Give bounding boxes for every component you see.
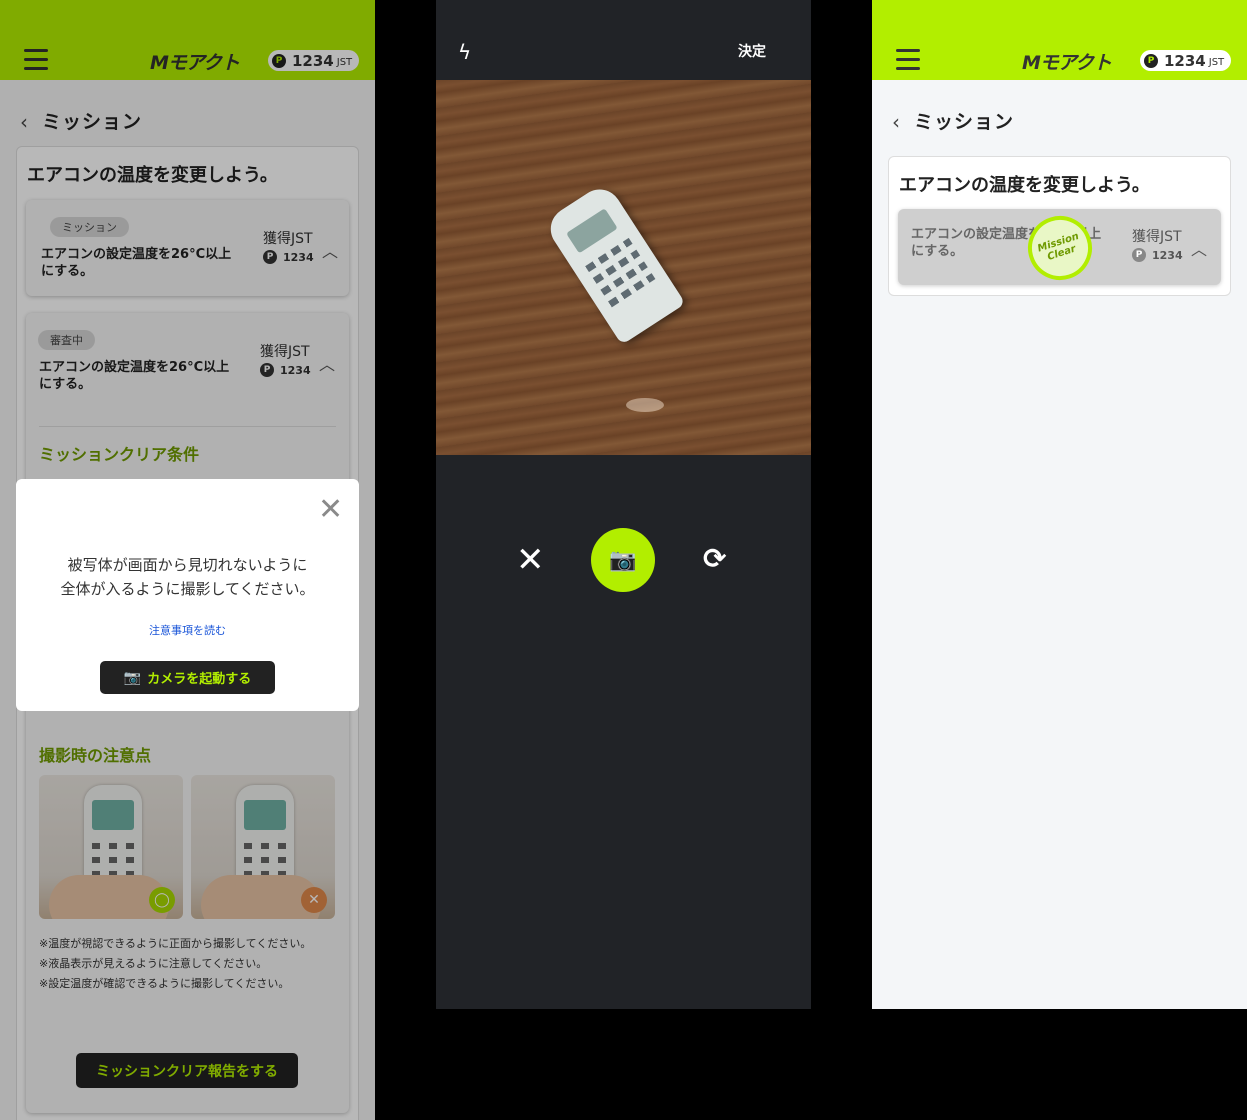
mission-detail-screen: Mモアクト P 1234 JST ‹ ミッション エアコンの温度を変更しよう。 … <box>0 0 375 1120</box>
app-header: Mモアクト P 1234 JST <box>872 0 1247 80</box>
remote-control-image <box>542 181 686 345</box>
modal-message-line2: 全体が入るように撮影してください。 <box>60 580 315 598</box>
camera-screen: ϟ 決定 ✕ 📷 ⟳ <box>436 0 811 1009</box>
switch-camera-icon[interactable]: ⟳ <box>703 542 726 576</box>
camera-icon: 📷 <box>609 547 637 573</box>
stamp-text: Mission Clear <box>1036 231 1083 265</box>
back-chevron-icon[interactable]: ‹ <box>892 110 900 134</box>
camera-icon: 📷 <box>123 669 142 686</box>
shutter-button[interactable]: 📷 <box>591 528 655 592</box>
modal-message-line1: 被写体が画面から見切れないように <box>67 556 308 574</box>
cancel-icon[interactable]: ✕ <box>516 540 545 580</box>
close-icon[interactable]: ✕ <box>318 495 343 525</box>
reward-value: P 1234 <box>1132 248 1183 262</box>
point-coin-icon: P <box>1132 248 1146 262</box>
collapse-chevron-icon[interactable]: ︿ <box>1191 236 1207 260</box>
mission-cleared-screen: Mモアクト P 1234 JST ‹ ミッション エアコンの温度を変更しよう。 … <box>872 0 1247 1009</box>
menu-icon[interactable] <box>896 49 920 71</box>
launch-camera-label: カメラを起動する <box>147 672 252 687</box>
points-unit: JST <box>1208 56 1225 68</box>
done-button[interactable]: 決定 <box>738 41 766 61</box>
flash-icon[interactable]: ϟ <box>458 40 471 64</box>
mission-title: エアコンの温度を変更しよう。 <box>899 175 1150 196</box>
point-coin-icon: P <box>1144 53 1158 68</box>
points-badge[interactable]: P 1234 JST <box>1140 50 1232 71</box>
reward-amount: 1234 <box>1152 248 1183 262</box>
points-value: 1234 <box>1164 51 1206 70</box>
page-title: ミッション <box>914 111 1015 133</box>
launch-camera-button[interactable]: 📷 カメラを起動する <box>100 661 275 694</box>
camera-viewfinder <box>436 80 811 455</box>
back-bar: ‹ ミッション <box>872 80 1247 146</box>
table-wear-mark <box>626 398 664 412</box>
reward-label: 獲得JST <box>1132 229 1182 245</box>
app-logo: Mモアクト <box>1022 52 1112 74</box>
shooting-guide-modal: ✕ 被写体が画面から見切れないように 全体が入るように撮影してください。 注意事… <box>16 479 359 711</box>
read-notes-link[interactable]: 注意事項を読む <box>16 622 359 638</box>
